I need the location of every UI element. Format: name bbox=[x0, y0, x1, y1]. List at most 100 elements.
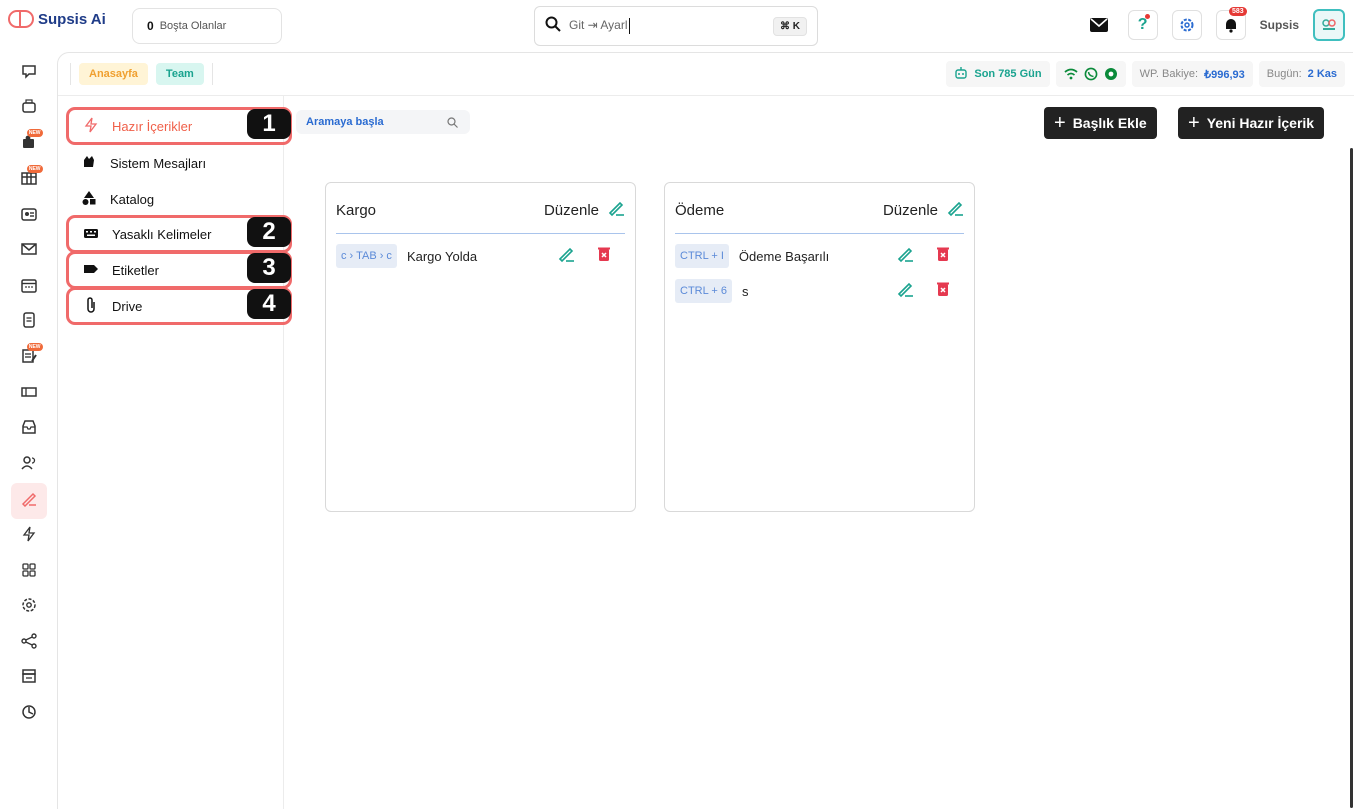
breadcrumb: Anasayfa Team bbox=[70, 63, 213, 85]
rail-item-ticket[interactable] bbox=[11, 376, 47, 412]
rail-item-mail[interactable] bbox=[11, 234, 47, 270]
ticket-icon bbox=[20, 383, 38, 406]
subnav-item-1[interactable]: Hazır İçerikler 1 bbox=[66, 107, 292, 145]
bell-icon bbox=[1225, 19, 1236, 33]
subnav-item-label: Sistem Mesajları bbox=[110, 155, 207, 171]
card-divider bbox=[336, 233, 625, 234]
rail-item-tasks[interactable]: NEW bbox=[11, 341, 47, 377]
rail-item-ready-content[interactable] bbox=[10, 483, 47, 519]
chat-icon bbox=[20, 62, 38, 85]
idle-agents-box[interactable]: 0 Boşta Olanlar bbox=[132, 8, 282, 44]
content-row[interactable]: CTRL + 6 s bbox=[675, 276, 952, 306]
apps-icon bbox=[20, 561, 38, 584]
search-shortcut: ⌘ K bbox=[773, 16, 807, 36]
rail-item-calendar[interactable] bbox=[11, 270, 47, 306]
app-window: Supsis Ai 0 Boşta Olanlar Git ⇥ Ayarl ⌘ … bbox=[0, 0, 1359, 809]
pencil-icon bbox=[946, 199, 964, 221]
pencil-icon[interactable] bbox=[557, 245, 575, 268]
content-row[interactable]: CTRL + I Ödeme Başarılı bbox=[675, 241, 952, 271]
content-row[interactable]: c › TAB › c Kargo Yolda bbox=[336, 241, 613, 271]
trash-icon[interactable] bbox=[934, 280, 952, 303]
new-content-button[interactable]: + Yeni Hazır İçerik bbox=[1178, 107, 1325, 139]
rail-item-report[interactable] bbox=[11, 697, 47, 733]
robot-icon bbox=[955, 67, 968, 79]
report-icon bbox=[20, 703, 38, 726]
card-header: Kargo Düzenle bbox=[336, 199, 625, 221]
share-icon bbox=[20, 632, 38, 655]
inbox-icon bbox=[20, 418, 38, 441]
main-frame: Anasayfa Team Son 785 Gün WP. Bakiye: ₺9… bbox=[57, 52, 1354, 809]
card-header: Ödeme Düzenle bbox=[675, 199, 964, 221]
lightning-icon bbox=[20, 525, 38, 548]
wp-balance-label: WP. Bakiye: bbox=[1139, 68, 1199, 80]
uptime-box: Son 785 Gün bbox=[946, 61, 1050, 87]
pencil-icon[interactable] bbox=[896, 245, 914, 268]
content-row-text: s bbox=[741, 283, 749, 299]
notification-count: 583 bbox=[1228, 7, 1247, 16]
content-subnav: Hazır İçerikler 1 Sistem Mesajları Katalo… bbox=[58, 96, 292, 809]
add-title-button[interactable]: + Başlık Ekle bbox=[1044, 107, 1157, 139]
pencil-icon bbox=[607, 199, 625, 221]
rail-item-share[interactable] bbox=[11, 626, 47, 662]
avatar[interactable] bbox=[1313, 9, 1345, 41]
add-title-label: Başlık Ekle bbox=[1072, 115, 1147, 131]
row-actions bbox=[896, 245, 952, 268]
search-icon bbox=[447, 116, 458, 128]
subnav-item-2[interactable]: Sistem Mesajları bbox=[72, 146, 282, 180]
tag-icon bbox=[82, 260, 100, 281]
content-card: Ödeme Düzenle CTRL + I Ödeme Başarılı CT… bbox=[664, 182, 975, 512]
rail-item-bot[interactable] bbox=[11, 92, 47, 128]
trash-icon[interactable] bbox=[595, 245, 613, 268]
rail-item-chat[interactable] bbox=[11, 56, 47, 92]
trash-icon[interactable] bbox=[934, 245, 952, 268]
scrollbar[interactable] bbox=[1350, 148, 1353, 808]
row-actions bbox=[557, 245, 613, 268]
brand-logo-icon bbox=[8, 10, 34, 28]
breadcrumb-home[interactable]: Anasayfa bbox=[79, 63, 148, 85]
rail-item-inbox[interactable] bbox=[11, 412, 47, 448]
mail-icon bbox=[1089, 18, 1108, 32]
subnav-item-4[interactable]: Yasaklı Kelimeler 2 bbox=[66, 215, 292, 253]
card-edit-button[interactable]: Düzenle bbox=[544, 199, 625, 221]
rail-item-table[interactable]: NEW bbox=[11, 163, 47, 199]
calendar-icon bbox=[20, 276, 38, 299]
subnav-item-label: Katalog bbox=[110, 191, 155, 207]
rail-item-lightning[interactable] bbox=[11, 519, 47, 555]
card-edit-label: Düzenle bbox=[543, 201, 599, 219]
subnav-item-label: Yasaklı Kelimeler bbox=[112, 226, 212, 242]
help-button[interactable]: ? bbox=[1127, 10, 1158, 40]
keyboard-icon bbox=[82, 224, 100, 245]
pencil-icon[interactable] bbox=[896, 280, 914, 303]
mail-button[interactable] bbox=[1084, 10, 1114, 40]
shortcut-chip: c › TAB › c bbox=[336, 244, 397, 268]
bot-icon bbox=[20, 98, 38, 121]
rail-item-users[interactable] bbox=[11, 448, 47, 484]
rail-item-store[interactable] bbox=[11, 661, 47, 697]
rail-item-settings[interactable] bbox=[11, 590, 47, 626]
settings-button[interactable] bbox=[1171, 10, 1202, 40]
ready-content-icon bbox=[20, 489, 38, 512]
new-content-label: Yeni Hazır İçerik bbox=[1206, 115, 1315, 131]
subnav-item-3[interactable]: Katalog bbox=[72, 182, 282, 216]
global-search[interactable]: Git ⇥ Ayarl ⌘ K bbox=[534, 6, 818, 46]
subnav-item-6[interactable]: Drive 4 bbox=[66, 287, 292, 325]
rail-item-contact-card[interactable] bbox=[11, 198, 47, 234]
contact-card-icon bbox=[20, 205, 38, 228]
user-name[interactable]: Supsis bbox=[1260, 18, 1299, 32]
lightning-icon bbox=[82, 116, 100, 137]
new-badge: NEW bbox=[26, 342, 43, 351]
card-edit-button[interactable]: Düzenle bbox=[883, 199, 964, 221]
subnav-item-label: Drive bbox=[112, 298, 143, 314]
subnav-item-5[interactable]: Etiketler 3 bbox=[66, 251, 292, 289]
content-search-input[interactable]: Aramaya başla bbox=[296, 110, 470, 134]
breadcrumb-team[interactable]: Team bbox=[155, 63, 204, 85]
brand[interactable]: Supsis Ai bbox=[8, 10, 106, 28]
today-value: 2 Kas bbox=[1307, 68, 1337, 80]
shortcut-chip: CTRL + 6 bbox=[675, 279, 732, 303]
rail-item-apps[interactable] bbox=[11, 554, 47, 590]
rail-item-notes[interactable] bbox=[11, 305, 47, 341]
paperclip-icon bbox=[82, 296, 100, 317]
notifications-button[interactable]: 583 bbox=[1215, 7, 1247, 40]
new-badge: NEW bbox=[26, 129, 43, 138]
rail-item-puzzle[interactable]: NEW bbox=[11, 127, 47, 163]
